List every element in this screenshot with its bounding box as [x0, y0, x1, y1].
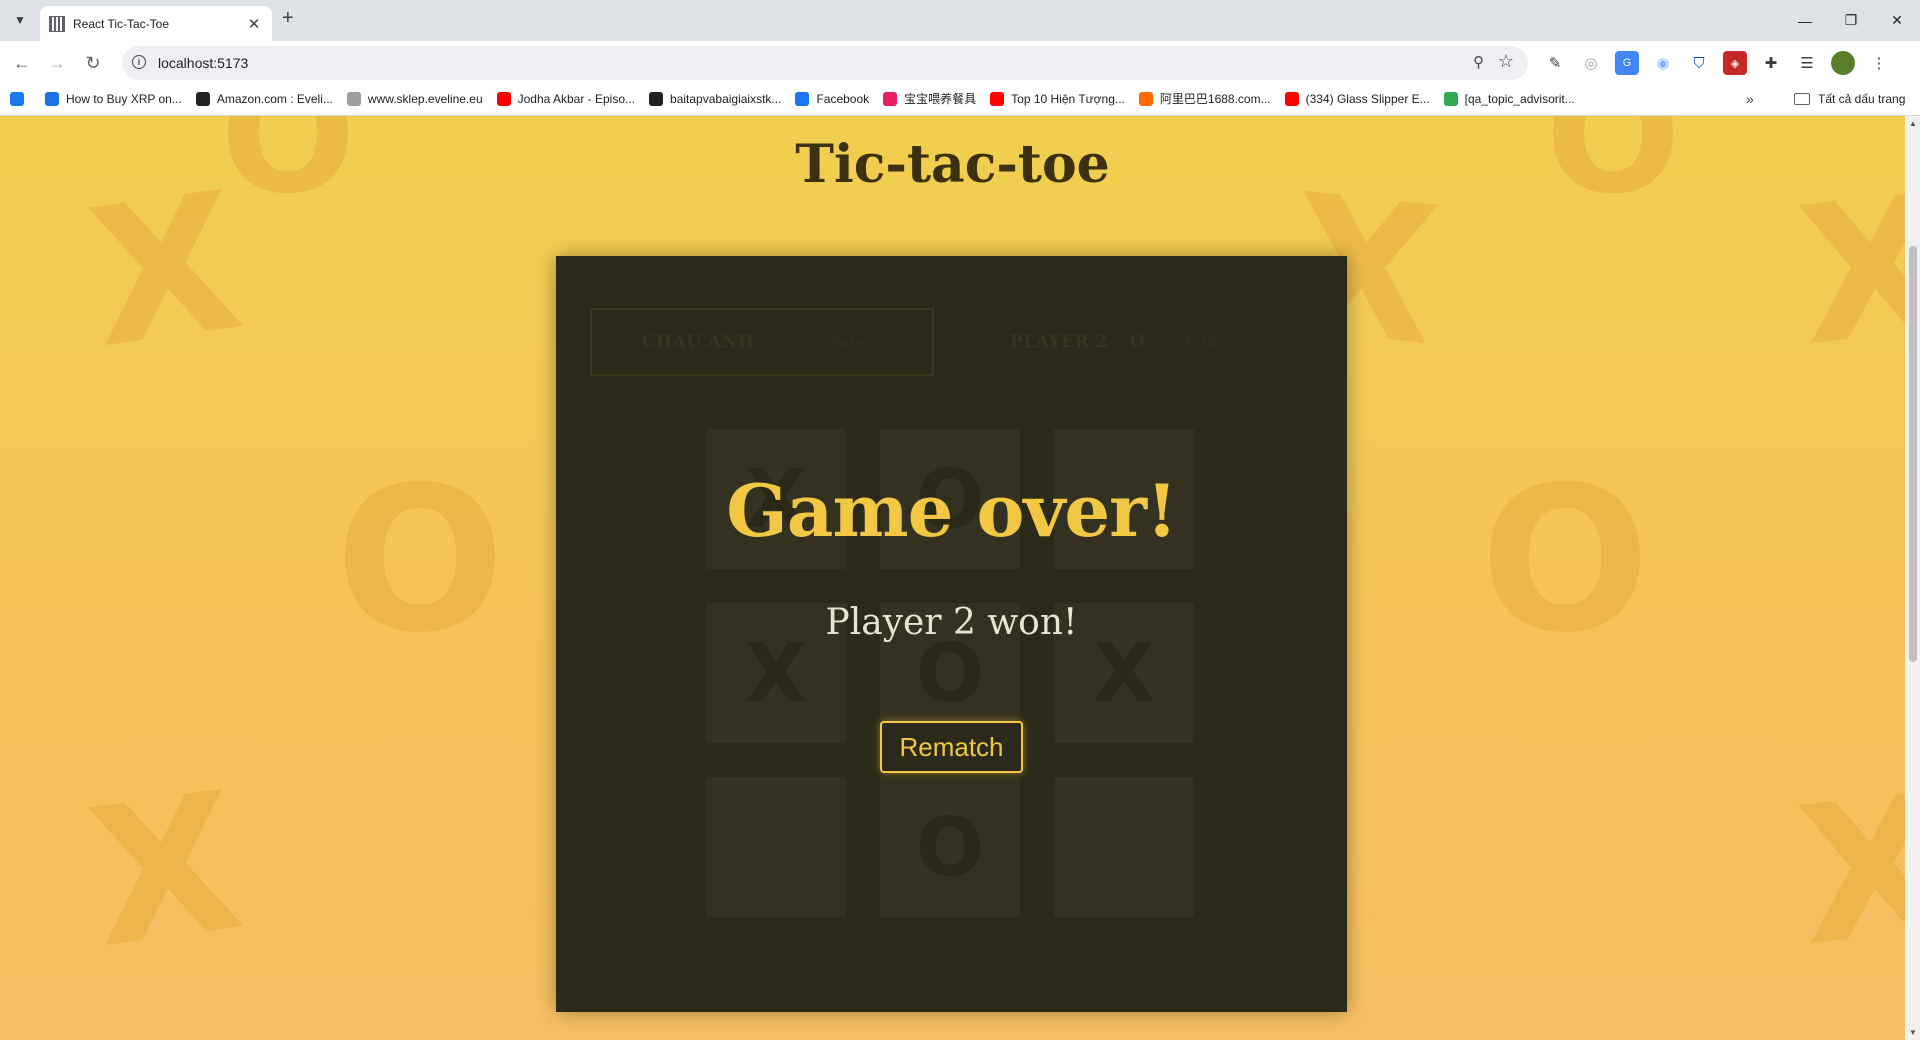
bookmark-favicon-icon	[649, 91, 664, 106]
avatar[interactable]	[1831, 51, 1855, 75]
bookmark-favicon-icon	[795, 91, 810, 106]
bookmark-label: (334) Glass Slipper E...	[1305, 91, 1430, 106]
translate-icon[interactable]: G	[1615, 51, 1639, 75]
tab-strip: ▼ React Tic-Tac-Toe ✕ + — ❐ ✕	[0, 0, 1920, 41]
minimize-icon[interactable]: —	[1782, 0, 1828, 41]
extension-red-icon[interactable]: ◈	[1723, 51, 1747, 75]
bookmark-label: 宝宝喂养餐具	[904, 92, 977, 106]
page-title: Tic-tac-toe	[795, 134, 1110, 195]
bookmark-item[interactable]: baitapvabaigiaixstk...	[649, 90, 781, 107]
bookmark-favicon-icon	[496, 91, 511, 106]
extensions-area: ✎ ◎ G ◉ ⛉ ◈ ✚ ☰ ⋮	[1543, 51, 1891, 75]
bookmark-label: Jodha Akbar - Episo...	[517, 91, 636, 106]
background-x-icon: X	[77, 750, 254, 991]
forward-arrow-icon[interactable]: →	[43, 49, 71, 77]
background-o-icon: O	[335, 444, 506, 677]
restore-icon[interactable]: ❐	[1828, 0, 1874, 41]
lens-icon[interactable]: ◉	[1651, 51, 1675, 75]
tab-favicon-icon	[49, 15, 65, 32]
background-o-icon: O	[1480, 444, 1651, 677]
zoom-icon[interactable]: ⚲	[1473, 53, 1484, 71]
more-bookmarks-icon[interactable]: »	[1746, 91, 1754, 107]
bookmark-item[interactable]: How to Buy XRP on...	[45, 90, 182, 107]
bookmark-item[interactable]: [qa_topic_advisorit...	[1443, 90, 1575, 107]
bookmark-label: [qa_topic_advisorit...	[1464, 91, 1575, 106]
bookmark-label: 阿里巴巴1688.com...	[1159, 92, 1271, 106]
bookmark-label: www.sklep.eveline.eu	[367, 91, 483, 106]
media-control-icon[interactable]: ☰	[1795, 51, 1819, 75]
site-info-icon[interactable]: i	[132, 55, 146, 69]
back-arrow-icon[interactable]: ←	[8, 49, 36, 77]
bookmark-favicon-icon	[883, 91, 898, 106]
bookmark-item[interactable]: Facebook	[795, 90, 869, 107]
all-bookmarks-label: Tất cả dấu trang	[1818, 92, 1906, 106]
bookmark-favicon-icon	[990, 91, 1005, 106]
tab-search-button[interactable]: ▼	[8, 8, 32, 32]
bookmark-favicon-icon	[1443, 91, 1458, 106]
bookmark-item[interactable]: Amazon.com : Eveli...	[195, 90, 333, 107]
game-over-overlay: Game over! Player 2 won! Rematch	[556, 256, 1347, 1012]
bookmark-label: Amazon.com : Eveli...	[216, 91, 333, 106]
address-bar[interactable]: i localhost:5173 ⚲ ☆	[122, 46, 1528, 80]
folder-icon	[1794, 93, 1810, 105]
bookmark-favicon-icon	[1284, 91, 1299, 106]
bookmark-favicon-icon	[195, 91, 210, 106]
scroll-down-icon[interactable]: ▼	[1909, 1028, 1917, 1037]
close-window-icon[interactable]: ✕	[1874, 0, 1920, 41]
scroll-up-icon[interactable]: ▲	[1909, 119, 1917, 128]
new-tab-icon[interactable]: +	[282, 7, 294, 30]
compass-icon[interactable]: ◎	[1579, 51, 1603, 75]
bookmark-label: baitapvabaigiaixstk...	[670, 91, 782, 106]
page-viewport: X X X O O X X O O Tic-tac-toe CHAU ANH X…	[0, 116, 1905, 1040]
bookmark-label: Facebook	[816, 91, 870, 106]
bookmark-star-icon[interactable]: ☆	[1498, 51, 1514, 72]
menu-dots-icon[interactable]: ⋮	[1867, 51, 1891, 75]
game-over-title: Game over!	[726, 468, 1177, 553]
winner-message: Player 2 won!	[825, 602, 1078, 643]
bookmark-favicon-icon	[346, 91, 361, 106]
bookmark-item[interactable]: 宝宝喂养餐具	[883, 90, 976, 107]
bookmark-favicon-icon	[10, 91, 24, 106]
rematch-button[interactable]: Rematch	[880, 721, 1023, 773]
background-x-icon: X	[1788, 152, 1905, 389]
bookmark-label: How to Buy XRP on...	[66, 91, 182, 106]
bookmark-favicon-icon	[1138, 91, 1153, 106]
bookmark-favicon-icon	[45, 91, 59, 106]
url-text[interactable]: localhost:5173	[158, 55, 248, 71]
bookmark-item[interactable]: Jodha Akbar - Episo...	[496, 90, 636, 107]
tab-title: React Tic-Tac-Toe	[73, 16, 170, 31]
chevron-down-icon: ▼	[14, 13, 26, 27]
background-x-icon: X	[1788, 752, 1905, 989]
eyedropper-icon[interactable]: ✎	[1543, 51, 1567, 75]
tab-active[interactable]: React Tic-Tac-Toe ✕	[40, 6, 272, 41]
all-bookmarks-button[interactable]: Tất cả dấu trang	[1794, 92, 1905, 106]
bookmark-item[interactable]	[10, 90, 31, 107]
shield-icon[interactable]: ⛉	[1687, 51, 1711, 75]
bookmark-item[interactable]: www.sklep.eveline.eu	[346, 90, 483, 107]
bookmarks-list: How to Buy XRP on... Amazon.com : Eveli..…	[10, 90, 1575, 107]
close-tab-icon[interactable]: ✕	[244, 15, 264, 33]
bookmark-item[interactable]: (334) Glass Slipper E...	[1284, 90, 1430, 107]
bookmarks-bar: How to Buy XRP on... Amazon.com : Eveli..…	[0, 84, 1920, 116]
bookmark-item[interactable]: 阿里巴巴1688.com...	[1138, 90, 1271, 107]
bookmark-item[interactable]: Top 10 Hiện Tượng...	[990, 90, 1125, 107]
puzzle-icon[interactable]: ✚	[1759, 51, 1783, 75]
game-container: CHAU ANH X Save PLAYER 2 O Edit X O X O …	[556, 256, 1347, 1012]
window-controls: — ❐ ✕	[1782, 0, 1920, 41]
scrollbar-thumb[interactable]	[1909, 246, 1917, 662]
scrollbar[interactable]: ▲ ▼	[1905, 116, 1920, 1040]
browser-toolbar: ← → ↻ i localhost:5173 ⚲ ☆ ✎ ◎ G ◉ ⛉ ◈ ✚…	[0, 41, 1920, 84]
reload-icon[interactable]: ↻	[79, 49, 107, 77]
bookmark-label: Top 10 Hiện Tượng...	[1011, 91, 1125, 106]
